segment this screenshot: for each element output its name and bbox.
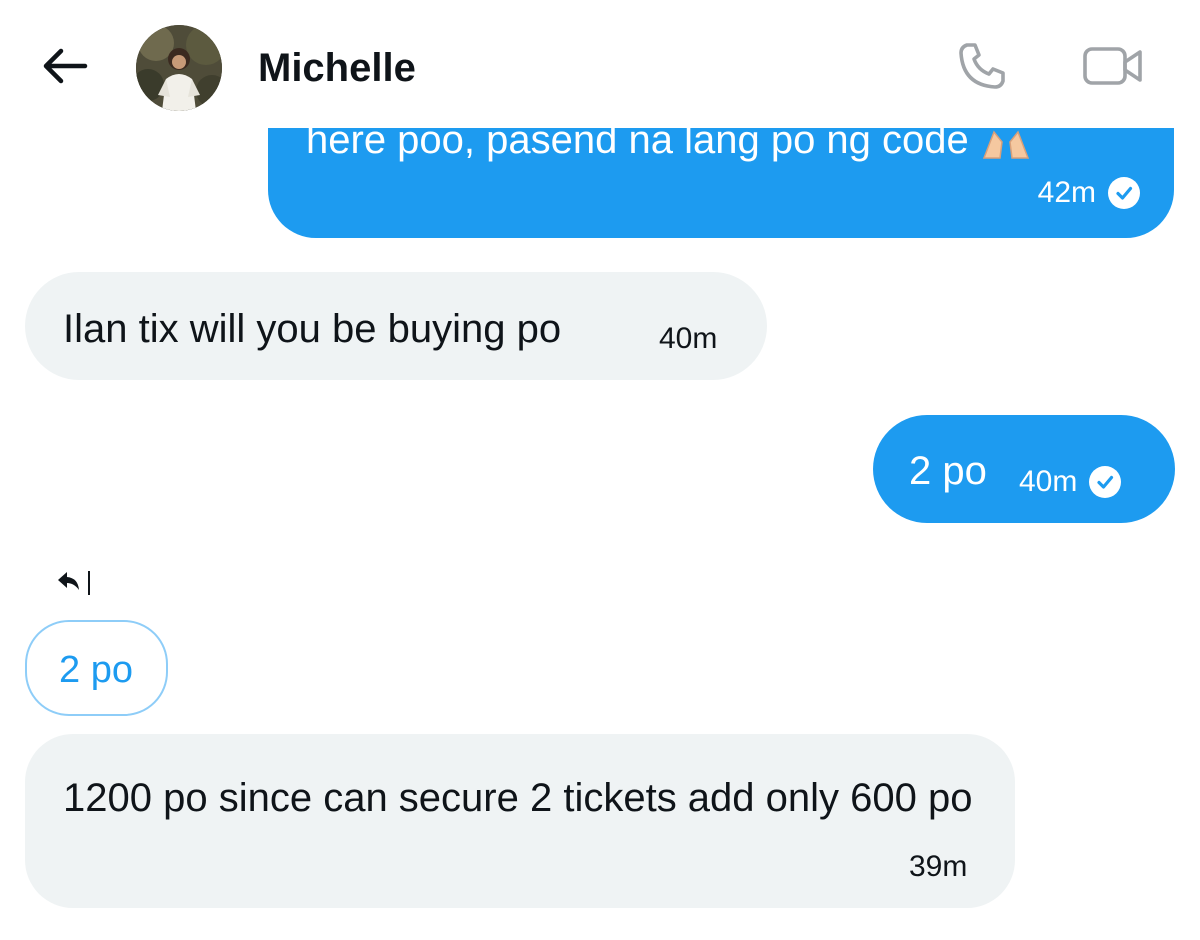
contact-name[interactable]: Michelle <box>258 44 416 92</box>
message-timestamp: 42m <box>1037 176 1096 209</box>
check-circle-icon <box>1089 466 1122 498</box>
folded-hands-emoji <box>980 125 1032 160</box>
message-meta: 40m <box>1019 465 1122 499</box>
message-meta: 42m <box>1038 176 1140 210</box>
message-text: 2 po <box>909 449 987 493</box>
arrow-left-icon <box>39 46 89 91</box>
message-text: 1200 po since can secure 2 tickets add o… <box>63 776 973 820</box>
message-timestamp: 40m <box>1019 465 1078 498</box>
conversation-header: Michelle <box>0 0 1200 128</box>
video-call-button[interactable] <box>1080 40 1146 96</box>
message-bubble-outgoing[interactable]: 2 po 40m <box>873 415 1175 523</box>
back-button[interactable] <box>36 44 92 92</box>
message-text: Ilan tix will you be buying po <box>63 307 562 351</box>
message-bubble-incoming[interactable]: 1200 po since can secure 2 tickets add o… <box>25 734 1015 908</box>
avatar[interactable] <box>136 25 222 111</box>
message-timestamp: 40m <box>659 322 718 355</box>
reply-divider <box>88 571 90 595</box>
message-timestamp: 39m <box>909 850 968 883</box>
quoted-text: 2 po <box>59 649 133 691</box>
quoted-message[interactable]: 2 po <box>25 620 168 716</box>
message-bubble-incoming[interactable]: Ilan tix will you be buying po 40m <box>25 272 767 380</box>
video-camera-icon <box>1082 44 1144 93</box>
reply-arrow-icon <box>56 570 82 597</box>
phone-icon <box>955 39 1009 98</box>
check-circle-icon <box>1108 177 1140 209</box>
reply-indicator <box>56 566 106 600</box>
dm-conversation-screen: here poo, pasend na lang po ng code 42m <box>0 0 1200 940</box>
call-button[interactable] <box>952 38 1012 98</box>
